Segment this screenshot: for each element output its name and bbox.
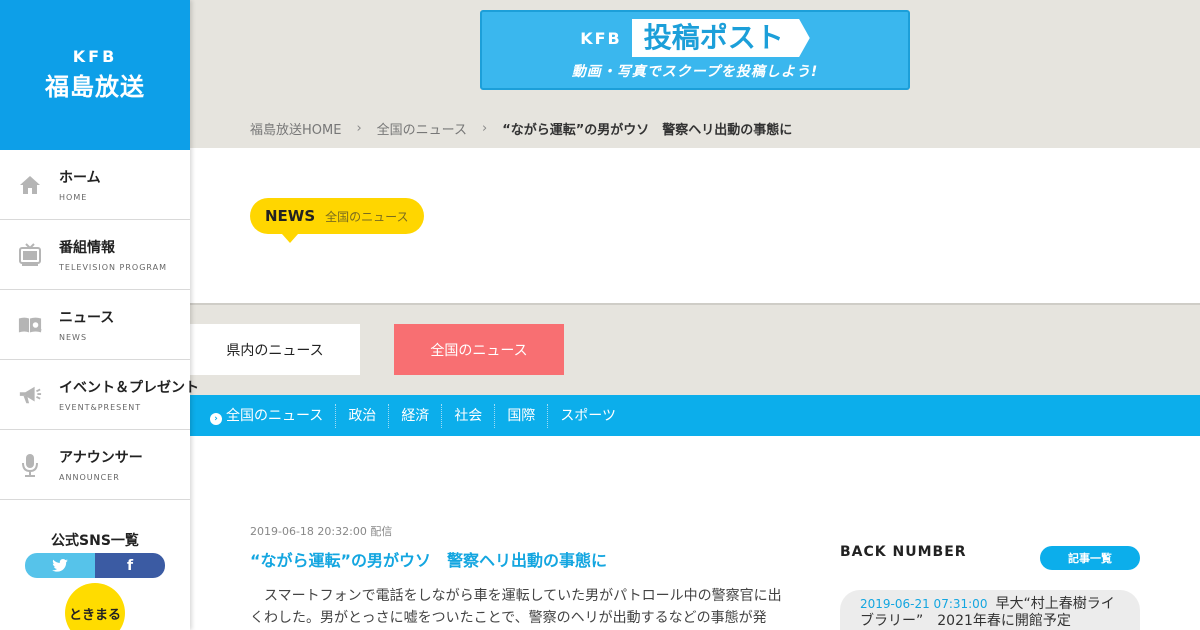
tab-local-news[interactable]: 県内のニュース <box>190 324 360 375</box>
breadcrumb-section[interactable]: 全国のニュース <box>377 119 467 138</box>
sidebar-item-home[interactable]: ホーム HOME <box>0 150 190 220</box>
facebook-button[interactable]: f <box>95 553 165 578</box>
section-header: NEWS 全国のニュース <box>190 148 1200 305</box>
logo-kfb: KFB <box>72 46 118 66</box>
category-sports[interactable]: スポーツ <box>547 403 628 428</box>
sidebar-item-sublabel: HOME <box>59 193 88 202</box>
category-economy[interactable]: 経済 <box>388 403 441 428</box>
article-list-button[interactable]: 記事一覧 <box>1040 546 1140 570</box>
sidebar-item-announcers[interactable]: アナウンサー ANNOUNCER <box>0 430 190 500</box>
breadcrumb-separator-icon: › <box>482 121 488 136</box>
news-icon <box>18 313 42 337</box>
sidebar-item-label: ホーム <box>59 170 101 186</box>
article: 2019-06-18 20:32:00 配信 “ながら運転”の男がウソ 警察ヘリ… <box>250 523 790 630</box>
category-all[interactable]: › 全国のニュース <box>210 404 335 428</box>
back-number-item[interactable]: 2019-06-21 07:31:00 早大“村上春樹ライブラリー” 2021年春… <box>840 590 1140 630</box>
sidebar-item-label: 番組情報 <box>59 240 115 256</box>
tv-icon <box>18 242 42 267</box>
sidebar-item-programs[interactable]: 番組情報 TELEVISION PROGRAM <box>0 220 190 290</box>
sidebar-item-sublabel: EVENT&PRESENT <box>59 403 142 412</box>
microphone-icon <box>18 453 42 477</box>
back-number-title: BACK NUMBER <box>840 544 967 560</box>
chevron-right-icon: › <box>210 412 222 425</box>
banner-kfb: KFB <box>580 28 622 48</box>
sidebar-item-label: ニュース <box>59 310 115 326</box>
banner-title: 投稿ポスト <box>631 19 810 57</box>
toko-post-banner[interactable]: KFB 投稿ポスト 動画・写真でスクープを投稿しよう! <box>480 10 910 90</box>
sidebar-item-news[interactable]: ニュース NEWS <box>0 290 190 360</box>
tokimaru-link[interactable]: ときまる <box>65 583 125 630</box>
news-tag-sublabel: 全国のニュース <box>325 209 409 224</box>
home-icon <box>18 173 42 197</box>
site-logo[interactable]: KFB 福島放送 <box>0 0 190 150</box>
sidebar-item-events[interactable]: イベント＆プレゼント EVENT&PRESENT <box>0 360 199 430</box>
tab-national-news[interactable]: 全国のニュース <box>394 324 564 375</box>
article-body: スマートフォンで電話をしながら車を運転していた男がパトロール中の警察官に出くわし… <box>250 588 782 626</box>
sidebar: KFB 福島放送 ホーム HOME 番組情報 TELEVISION PROGRA… <box>0 0 199 630</box>
breadcrumb-home[interactable]: 福島放送HOME <box>250 119 341 138</box>
category-label: 全国のニュース <box>226 407 324 424</box>
breadcrumb: 福島放送HOME › 全国のニュース › “ながら運転”の男がウソ 警察ヘリ出動… <box>250 119 792 138</box>
sidebar-item-sublabel: TELEVISION PROGRAM <box>59 263 168 272</box>
tokimaru-label: ときまる <box>68 607 121 623</box>
news-tabs: 県内のニュース 全国のニュース <box>190 305 1200 395</box>
category-society[interactable]: 社会 <box>441 403 494 428</box>
back-number-date: 2019-06-21 07:31:00 <box>860 597 988 611</box>
sns-title: 公式SNS一覧 <box>51 533 139 549</box>
category-bar: › 全国のニュース 政治 経済 社会 国際 スポーツ <box>190 395 1200 436</box>
twitter-icon <box>52 559 68 572</box>
sidebar-item-label: イベント＆プレゼント <box>59 380 199 396</box>
article-title: “ながら運転”の男がウソ 警察ヘリ出動の事態に <box>250 551 608 570</box>
breadcrumb-separator-icon: › <box>356 121 362 136</box>
category-politics[interactable]: 政治 <box>335 403 388 428</box>
banner-subtitle: 動画・写真でスクープを投稿しよう! <box>571 64 819 80</box>
breadcrumb-current: “ながら運転”の男がウソ 警察ヘリ出動の事態に <box>502 123 793 138</box>
news-tag-label: NEWS <box>265 207 316 225</box>
sns-links: f <box>25 553 165 578</box>
megaphone-icon <box>18 383 42 407</box>
article-date: 2019-06-18 20:32:00 配信 <box>250 525 393 538</box>
header-band: KFB 投稿ポスト 動画・写真でスクープを投稿しよう! 福島放送HOME › 全… <box>190 0 1200 148</box>
sidebar-item-label: アナウンサー <box>59 450 143 466</box>
facebook-icon: f <box>126 557 134 574</box>
twitter-button[interactable] <box>25 553 95 578</box>
logo-name: 福島放送 <box>45 72 145 101</box>
category-international[interactable]: 国際 <box>494 403 547 428</box>
news-section-tag: NEWS 全国のニュース <box>250 198 424 243</box>
sidebar-item-sublabel: ANNOUNCER <box>59 473 120 482</box>
sidebar-item-sublabel: NEWS <box>59 333 88 342</box>
